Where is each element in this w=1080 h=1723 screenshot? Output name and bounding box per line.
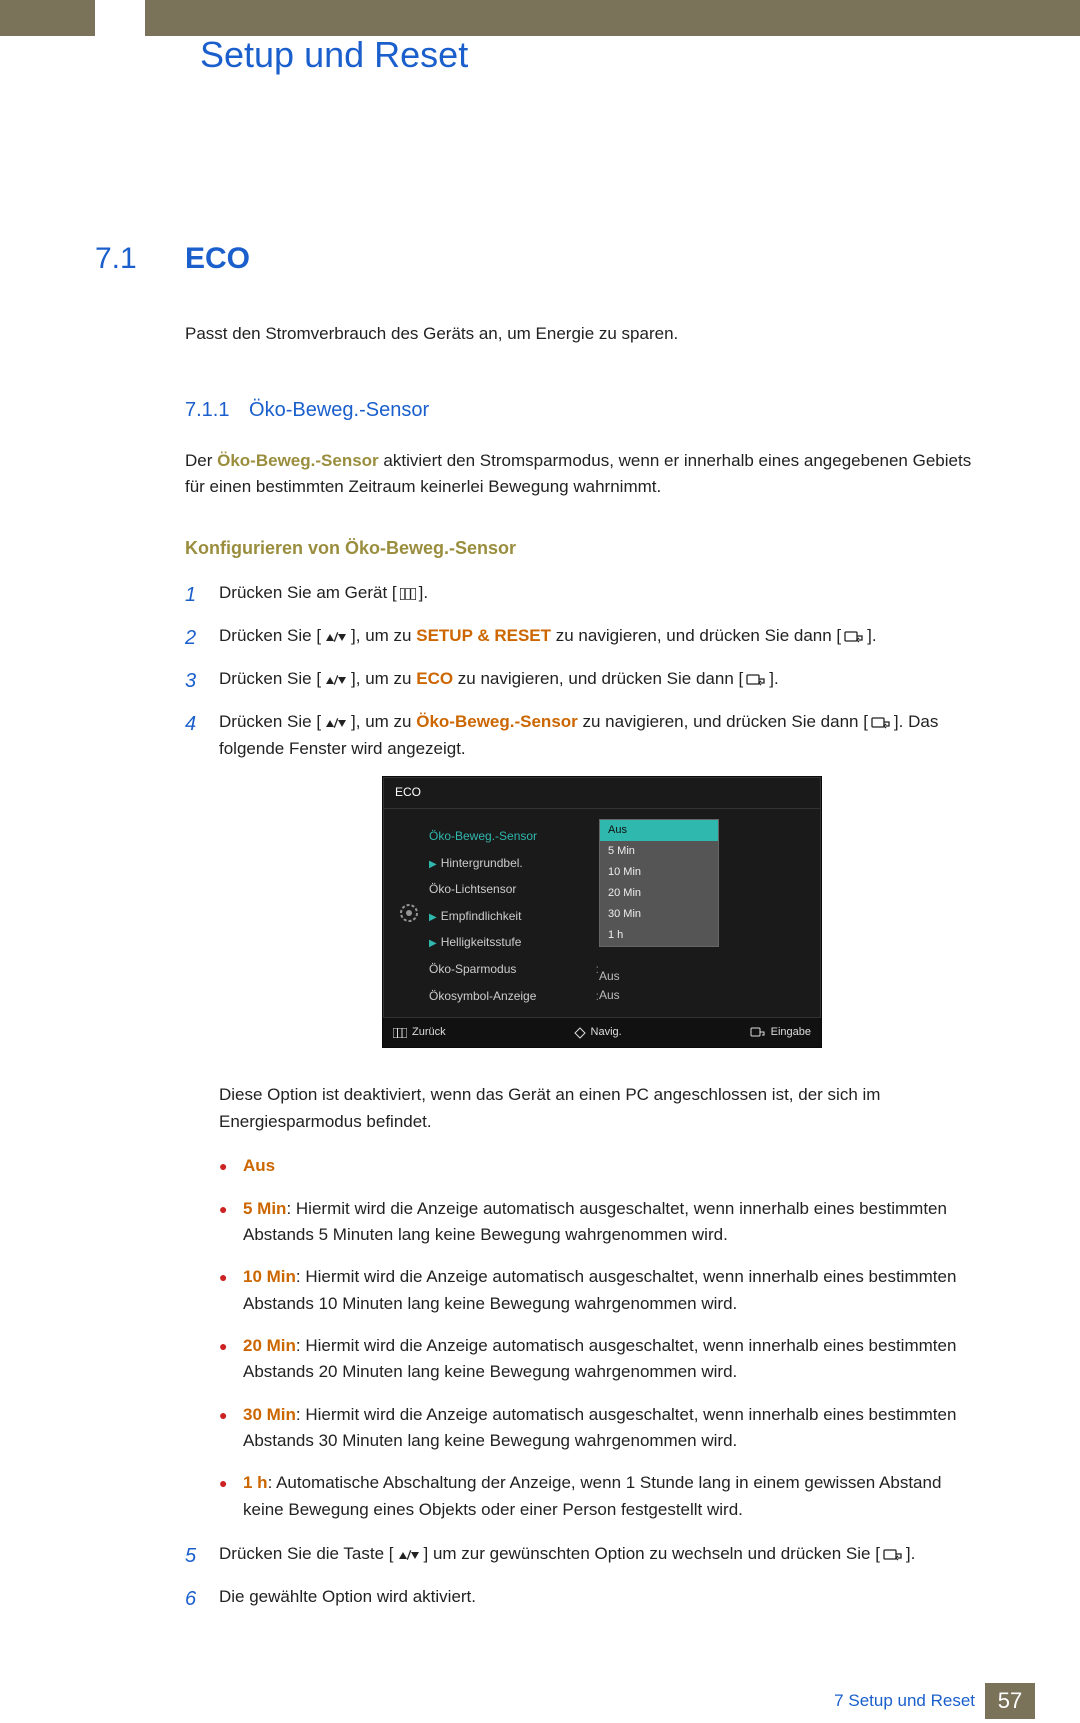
step-body: Drücken Sie am Gerät [].	[219, 580, 985, 611]
step-body: Drücken Sie die Taste [] um zur gewünsch…	[219, 1541, 985, 1572]
enter-icon	[868, 710, 894, 736]
section-title: ECO	[185, 236, 250, 283]
osd-item: ▶Empfindlichkeit	[429, 903, 599, 930]
osd-option: 10 Min	[600, 862, 718, 883]
osd-option: 30 Min	[600, 904, 718, 925]
section-number: 7.1	[95, 236, 185, 283]
bullet-dot-icon: ●	[219, 1264, 243, 1317]
section-7-1: 7.1 ECO	[95, 236, 985, 283]
menu-icon	[393, 1028, 407, 1038]
step-1: 1 Drücken Sie am Gerät [].	[185, 580, 985, 611]
step-2: 2 Drücken Sie [], um zu SETUP & RESET zu…	[185, 623, 985, 654]
osd-item: Öko-Lichtsensor	[429, 876, 599, 903]
eco-icon	[389, 817, 429, 1009]
config-heading: Konfigurieren von Öko-Beweg.-Sensor	[185, 535, 985, 563]
diamond-icon	[574, 1027, 586, 1039]
bullet-10min: ● 10 Min: Hiermit wird die Anzeige autom…	[219, 1264, 985, 1317]
bullet-5min: ● 5 Min: Hiermit wird die Anzeige automa…	[219, 1196, 985, 1249]
bullet-30min: ● 30 Min: Hiermit wird die Anzeige autom…	[219, 1402, 985, 1455]
bold-term: Öko-Beweg.-Sensor	[217, 451, 379, 470]
steps-continued: 5 Drücken Sie die Taste [] um zur gewüns…	[185, 1541, 985, 1615]
bullet-list: ● Aus ● 5 Min: Hiermit wird die Anzeige …	[219, 1153, 985, 1523]
bullet-aus: ● Aus	[219, 1153, 985, 1180]
step-body: Die gewählte Option wird aktiviert.	[219, 1584, 985, 1615]
osd-option: 1 h	[600, 925, 718, 946]
osd-item: Ökosymbol-Anzeige:	[429, 983, 599, 1010]
content: 7.1 ECO Passt den Stromverbrauch des Ger…	[0, 36, 1080, 1615]
bullet-20min: ● 20 Min: Hiermit wird die Anzeige autom…	[219, 1333, 985, 1386]
osd-menu: Öko-Beweg.-Sensor ▶Hintergrundbel. Öko-L…	[429, 817, 599, 1009]
osd-options: Aus 5 Min 10 Min 20 Min 30 Min 1 h	[599, 819, 719, 947]
enter-icon	[841, 624, 867, 650]
subsection-7-1-1: 7.1.1 Öko-Beweg.-Sensor	[185, 395, 985, 426]
osd-value: Aus	[599, 967, 815, 986]
osd-footer: Zurück Navig. Eingabe	[383, 1017, 821, 1047]
bullet-dot-icon: ●	[219, 1333, 243, 1386]
osd-value: Aus	[599, 986, 815, 1005]
bullet-1h: ● 1 h: Automatische Abschaltung der Anze…	[219, 1470, 985, 1523]
subsection-title: Öko-Beweg.-Sensor	[249, 399, 429, 421]
step-number: 3	[185, 666, 219, 697]
step-body: Drücken Sie [], um zu ECO zu navigieren,…	[219, 666, 985, 697]
nav-target: ECO	[416, 669, 453, 688]
updown-icon	[321, 710, 351, 736]
osd-back: Zurück	[393, 1024, 446, 1041]
updown-icon	[321, 667, 351, 693]
osd-option: Aus	[600, 820, 718, 841]
step-body: Drücken Sie [], um zu Öko-Beweg.-Sensor …	[219, 709, 985, 1070]
nav-target: SETUP & RESET	[416, 626, 551, 645]
bullet-dot-icon: ●	[219, 1153, 243, 1180]
chapter-title: Setup und Reset	[200, 34, 468, 76]
osd-enter: Eingabe	[750, 1024, 811, 1041]
osd-body: Öko-Beweg.-Sensor ▶Hintergrundbel. Öko-L…	[383, 809, 821, 1017]
header-tab	[95, 0, 145, 36]
osd-screenshot: ECO Öko-Beweg.-Sensor ▶Hintergrundbel. Ö…	[382, 776, 822, 1048]
step-number: 5	[185, 1541, 219, 1572]
header-bar	[0, 0, 1080, 36]
bullet-dot-icon: ●	[219, 1402, 243, 1455]
osd-item: ▶Helligkeitsstufe	[429, 929, 599, 956]
step-number: 1	[185, 580, 219, 611]
step-6: 6 Die gewählte Option wird aktiviert.	[185, 1584, 985, 1615]
step-number: 6	[185, 1584, 219, 1615]
note: Diese Option ist deaktiviert, wenn das G…	[219, 1082, 985, 1135]
page-footer: 7 Setup und Reset 57	[0, 1673, 1080, 1723]
step-5: 5 Drücken Sie die Taste [] um zur gewüns…	[185, 1541, 985, 1572]
enter-icon	[743, 667, 769, 693]
sensor-paragraph: Der Öko-Beweg.-Sensor aktiviert den Stro…	[185, 448, 985, 501]
bullet-dot-icon: ●	[219, 1196, 243, 1249]
nav-target: Öko-Beweg.-Sensor	[416, 712, 578, 731]
osd-item: Öko-Beweg.-Sensor	[429, 823, 599, 850]
osd-item: ▶Hintergrundbel.	[429, 850, 599, 877]
footer-label: 7 Setup und Reset	[834, 1691, 975, 1711]
bullet-dot-icon: ●	[219, 1470, 243, 1523]
osd-options-panel: Aus 5 Min 10 Min 20 Min 30 Min 1 h Aus A…	[599, 817, 815, 1009]
osd-title: ECO	[383, 777, 821, 809]
steps-list: 1 Drücken Sie am Gerät []. 2 Drücken Sie…	[185, 580, 985, 1070]
updown-icon	[394, 1541, 424, 1567]
step-body: Drücken Sie [], um zu SETUP & RESET zu n…	[219, 623, 985, 654]
step-3: 3 Drücken Sie [], um zu ECO zu navigiere…	[185, 666, 985, 697]
menu-icon	[397, 581, 419, 607]
subsection-number: 7.1.1	[185, 399, 229, 421]
step-number: 4	[185, 709, 219, 1070]
step-4: 4 Drücken Sie [], um zu Öko-Beweg.-Senso…	[185, 709, 985, 1070]
osd-nav: Navig.	[574, 1024, 622, 1041]
enter-icon	[750, 1027, 766, 1039]
page-number: 57	[985, 1683, 1035, 1719]
step-number: 2	[185, 623, 219, 654]
osd-option: 20 Min	[600, 883, 718, 904]
intro-paragraph: Passt den Stromverbrauch des Geräts an, …	[185, 321, 985, 347]
osd-option: 5 Min	[600, 841, 718, 862]
updown-icon	[321, 624, 351, 650]
osd-item: Öko-Sparmodus:	[429, 956, 599, 983]
enter-icon	[880, 1541, 906, 1567]
